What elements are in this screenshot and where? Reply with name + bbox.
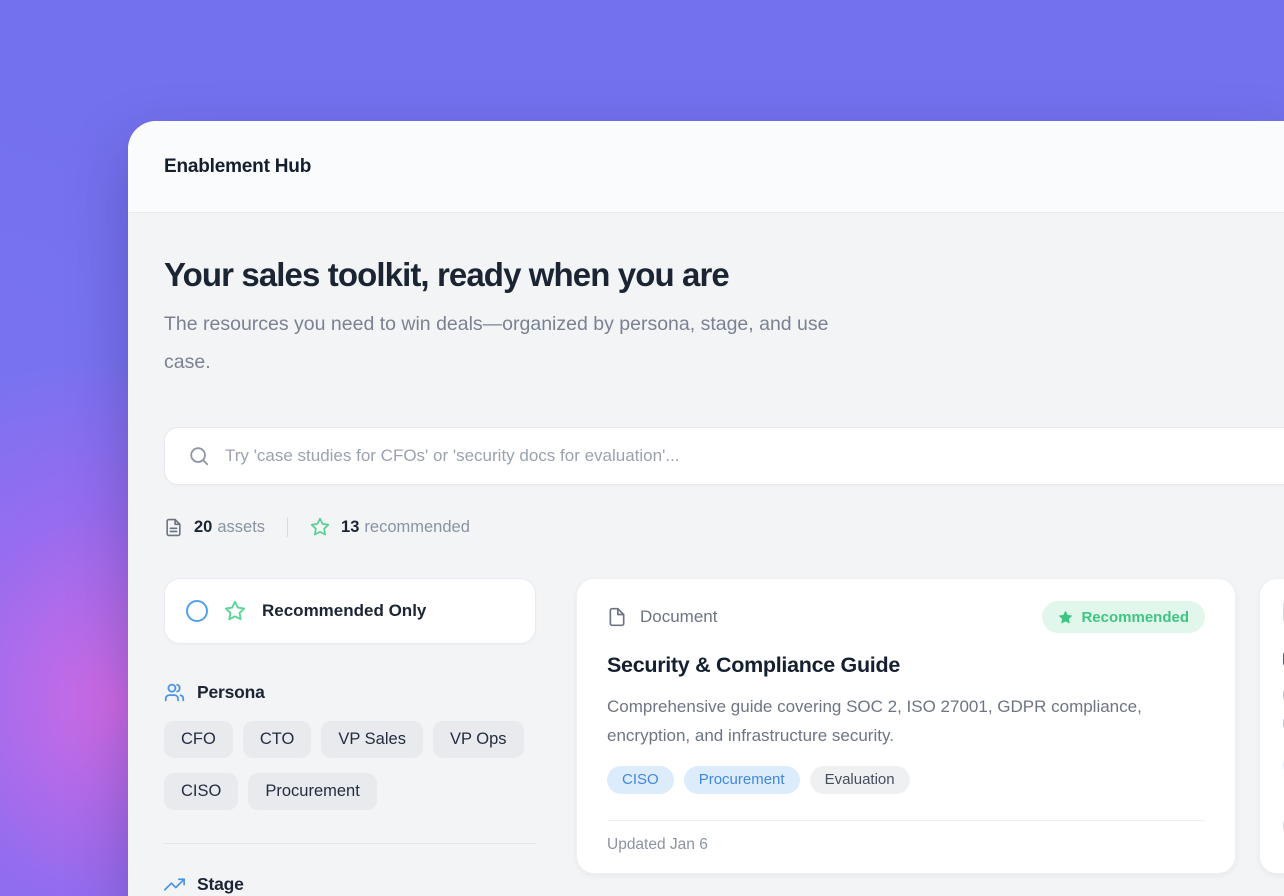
- persona-chip-procurement[interactable]: Procurement: [248, 773, 376, 810]
- card-description-line: Comprehensive guide covering SOC 2, ISO …: [607, 692, 1205, 721]
- recommended-badge: Recommended: [1042, 601, 1205, 633]
- star-icon: [224, 600, 246, 622]
- star-filled-icon: [1058, 610, 1073, 625]
- app-title: Enablement Hub: [164, 156, 311, 178]
- asset-card-security-compliance-guide[interactable]: Document Recommended Security & Complian…: [576, 578, 1236, 874]
- recommended-badge-label: Recommended: [1081, 609, 1189, 626]
- page-title: Your sales toolkit, ready when you are: [164, 257, 1284, 293]
- card-type: Document: [607, 607, 717, 627]
- enablement-hub-window: Enablement Hub Your sales toolkit, ready…: [128, 121, 1284, 896]
- file-text-icon: [164, 518, 183, 537]
- persona-chip-cfo[interactable]: CFO: [164, 721, 233, 758]
- persona-filter-header: Persona: [164, 682, 536, 703]
- persona-chip-vp-sales[interactable]: VP Sales: [321, 721, 423, 758]
- recommended-only-toggle[interactable]: Recommended Only: [164, 578, 536, 644]
- page-subtitle-line: case.: [164, 343, 1284, 381]
- users-icon: [164, 682, 185, 703]
- card-description-line: encryption, and infrastructure security.: [607, 721, 1205, 750]
- file-icon: [607, 607, 627, 627]
- app-body: Your sales toolkit, ready when you are T…: [128, 213, 1284, 895]
- search-input[interactable]: [225, 446, 1284, 466]
- card-description: Comprehensive guide covering SOC 2, ISO …: [607, 692, 1205, 750]
- app-header: Enablement Hub: [128, 121, 1284, 213]
- asset-card-cropped[interactable]: [1259, 578, 1284, 874]
- search-icon: [188, 445, 210, 467]
- content-columns: Recommended Only Persona CFO CTO VP Sale…: [164, 578, 1284, 895]
- persona-chip-cto[interactable]: CTO: [243, 721, 312, 758]
- card-title: Security & Compliance Guide: [607, 653, 1205, 678]
- tag-evaluation: Evaluation: [810, 766, 910, 794]
- card-top-row: Document Recommended: [607, 601, 1205, 633]
- recommended-count: 13: [341, 518, 359, 537]
- card-type-label: Document: [640, 607, 717, 627]
- asset-cards-area: Document Recommended Security & Complian…: [576, 578, 1284, 874]
- stage-filter-header: Stage: [164, 874, 536, 895]
- sidebar-divider: [164, 843, 536, 844]
- search-bar[interactable]: [164, 427, 1284, 485]
- persona-filter-label: Persona: [197, 682, 265, 703]
- persona-chip-vp-ops[interactable]: VP Ops: [433, 721, 524, 758]
- star-icon: [310, 517, 330, 537]
- tag-procurement: Procurement: [684, 766, 800, 794]
- assets-count: 20: [194, 518, 212, 537]
- card-tags: CISO Procurement Evaluation: [607, 766, 1205, 794]
- stats-divider: [287, 517, 288, 537]
- filters-sidebar: Recommended Only Persona CFO CTO VP Sale…: [164, 578, 536, 895]
- persona-chip-ciso[interactable]: CISO: [164, 773, 238, 810]
- page-subtitle-line: The resources you need to win deals—orga…: [164, 305, 1284, 343]
- tag-ciso: CISO: [607, 766, 674, 794]
- card-divider: [607, 820, 1205, 821]
- trending-up-icon: [164, 874, 185, 895]
- stats-row: 20 assets 13 recommended: [164, 515, 1284, 539]
- persona-chips: CFO CTO VP Sales VP Ops CISO Procurement: [164, 721, 536, 810]
- stage-filter-label: Stage: [197, 874, 244, 895]
- recommended-label: recommended: [364, 518, 469, 537]
- assets-label: assets: [217, 518, 265, 537]
- recommended-only-label: Recommended Only: [262, 601, 426, 621]
- radio-circle-icon[interactable]: [186, 600, 208, 622]
- page-subtitle: The resources you need to win deals—orga…: [164, 305, 1284, 381]
- card-updated: Updated Jan 6: [607, 836, 1205, 854]
